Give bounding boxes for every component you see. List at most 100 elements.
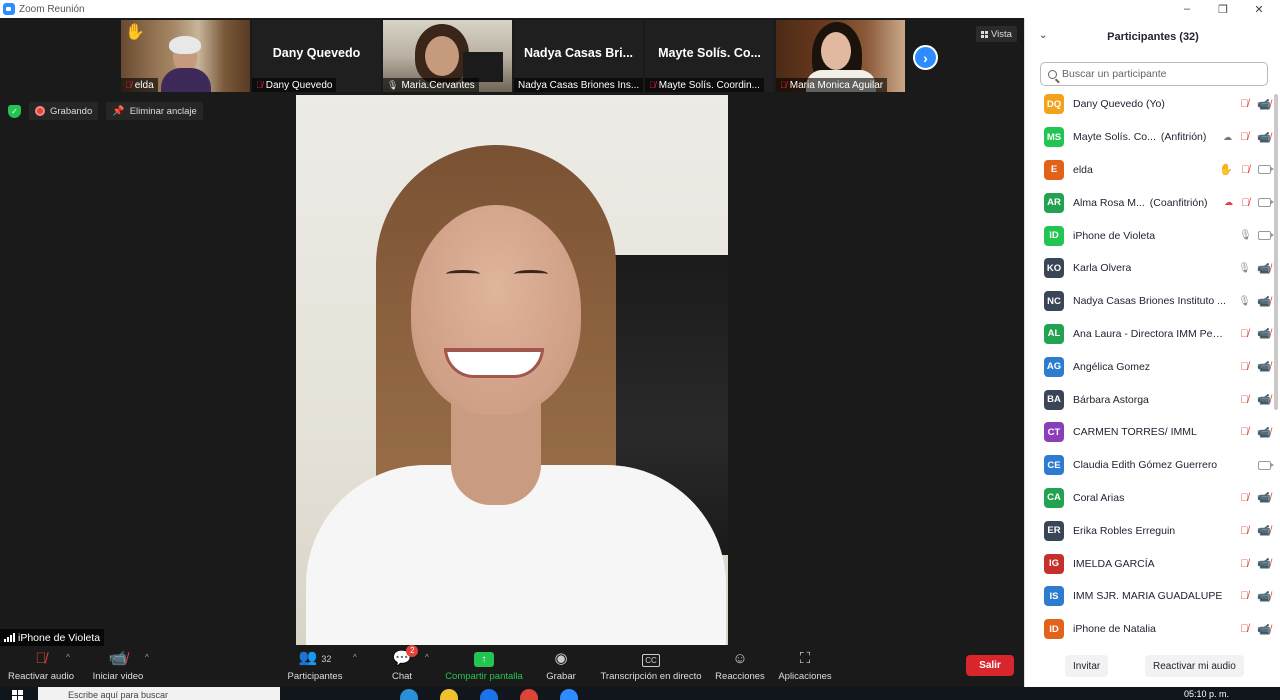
participant-name-text: iPhone de Violeta [1073, 229, 1156, 242]
participant-row[interactable]: AG Angélica Gomez 🎙̸ 📹̸ [1025, 350, 1273, 383]
participant-name-text: Alma Rosa M... [1073, 196, 1145, 209]
unpin-button[interactable]: 📌 Eliminar anclaje [106, 102, 203, 120]
close-button[interactable]: ✕ [1242, 0, 1276, 18]
participant-name: Coral Arias [1073, 492, 1124, 504]
start-video-button[interactable]: 📹̸ Iniciar video [88, 647, 148, 687]
participant-row[interactable]: KO Karla Olvera 🎙 📹̸ [1025, 252, 1273, 285]
video-options-caret[interactable]: ^ [145, 653, 149, 662]
participant-name: IMM SJR. MARIA GUADALUPE [1073, 590, 1222, 602]
video-icon [1258, 165, 1274, 175]
maximize-button[interactable]: ❐ [1206, 0, 1240, 18]
folder-icon[interactable] [440, 689, 458, 700]
mic-muted-icon: 🎙̸ [1240, 557, 1249, 570]
thumbnail-name: 🎙̸ elda [121, 78, 158, 92]
participant-search-input[interactable] [1062, 68, 1252, 80]
participant-row[interactable]: AR Alma Rosa M... (Coanfitrión) ☁ 🎙̸ [1025, 186, 1274, 219]
invite-button[interactable]: Invitar [1065, 655, 1109, 677]
edge-icon[interactable] [400, 689, 418, 700]
participant-row[interactable]: CE Claudia Edith Gómez Guerrero [1025, 449, 1274, 482]
reactions-button[interactable]: ☺ Reacciones [714, 647, 766, 687]
participants-button[interactable]: 👥 32 Participantes [285, 647, 345, 687]
thumbnail-name: Nadya Casas Briones Ins... [514, 78, 643, 92]
video-off-icon: 📹̸ [1257, 98, 1271, 111]
record-button[interactable]: ◉ Grabar [543, 647, 579, 687]
thumbnail-maria-monica-aguilar[interactable]: 🎙̸ Maria Monica Aguilar [776, 20, 905, 92]
participant-row[interactable]: ER Erika Robles Erreguin 🎙̸ 📹̸ [1025, 514, 1273, 547]
store-icon[interactable] [480, 689, 498, 700]
video-icon [1258, 460, 1274, 470]
video-off-icon: 📹̸ [1257, 426, 1271, 439]
next-page-button[interactable]: › [913, 45, 938, 70]
thumbnail-name: 🎙̸ Mayte Solís. Coordin... [645, 78, 764, 92]
participants-options-caret[interactable]: ^ [353, 653, 357, 662]
participants-count: 32 [321, 654, 332, 664]
participant-row[interactable]: IS IMM SJR. MARIA GUADALUPE 🎙̸ 📹̸ [1025, 580, 1273, 613]
chat-options-caret[interactable]: ^ [425, 653, 429, 662]
video-off-icon: 📹̸ [1257, 328, 1271, 341]
participant-row[interactable]: AL Ana Laura - Directora IMM Ped... 🎙̸ 📹̸ [1025, 318, 1273, 351]
security-shield-icon[interactable]: ✓ [8, 104, 21, 118]
mic-muted-icon: 🎙̸ [780, 80, 787, 90]
chat-button[interactable]: 💬 2 Chat [385, 645, 419, 687]
participants-icon: 👥 32 [298, 649, 332, 666]
participant-hair [169, 36, 201, 54]
participant-row[interactable]: ID iPhone de Violeta 🎙 [1025, 219, 1274, 252]
participant-row[interactable]: MS Mayte Solís. Co... (Anfitrión) ☁ 🎙̸ 📹̸ [1025, 121, 1273, 154]
chrome-icon[interactable] [520, 689, 538, 700]
minimize-button[interactable]: – [1170, 0, 1204, 18]
start-video-label: Iniciar video [92, 671, 144, 682]
participant-name-text: Claudia Edith Gómez Guerrero [1073, 459, 1218, 472]
participant-row[interactable]: CT CARMEN TORRES/ IMML 🎙̸ 📹̸ [1025, 416, 1273, 449]
windows-start-icon[interactable] [12, 690, 24, 700]
zoom-taskbar-icon[interactable] [560, 689, 578, 700]
taskbar-search[interactable]: Escribe aquí para buscar [38, 687, 280, 700]
share-screen-button[interactable]: ↑ Compartir pantalla [442, 647, 526, 687]
participant-row[interactable]: IG IMELDA GARCÍA 🎙̸ 📹̸ [1025, 547, 1273, 580]
chevron-down-icon[interactable]: ⌄ [1039, 30, 1047, 41]
view-button[interactable]: Vista [976, 26, 1017, 42]
participant-status-icons [1239, 460, 1274, 470]
raised-hand-icon: ✋ [125, 24, 145, 41]
thumbnail-label: Dany Quevedo [265, 79, 333, 91]
mic-icon: 🎙 [1238, 262, 1251, 274]
thumbnail-nadya-casas[interactable]: Nadya Casas Bri... Nadya Casas Briones I… [514, 20, 643, 92]
participant-name-text: Erika Robles Erreguin [1073, 524, 1176, 537]
participant-row[interactable]: BA Bárbara Astorga 🎙̸ 📹̸ [1025, 383, 1273, 416]
participants-panel: ⌄ Participantes (32) DQ Dany Quevedo (Yo)… [1024, 18, 1280, 687]
thumbnail-big-name: Nadya Casas Bri... [523, 46, 634, 60]
thumbnail-dany-quevedo[interactable]: Dany Quevedo 🎙̸ Dany Quevedo [252, 20, 381, 92]
video-off-icon: 📹̸ [1257, 623, 1271, 636]
avatar: BA [1044, 389, 1064, 410]
scrollbar[interactable] [1274, 94, 1278, 410]
leave-button[interactable]: Salir [966, 655, 1014, 676]
participant-name-text: CARMEN TORRES/ IMML [1073, 426, 1197, 439]
participant-row[interactable]: DQ Dany Quevedo (Yo) 🎙̸ 📹̸ [1025, 88, 1273, 121]
unmute-button[interactable]: 🎙̸ Reactivar audio [8, 647, 74, 687]
share-screen-label: Compartir pantalla [445, 671, 523, 682]
participant-row[interactable]: CA Coral Arias 🎙̸ 📹̸ [1025, 482, 1273, 515]
video-off-icon: 📹̸ [1257, 590, 1271, 603]
live-transcription-button[interactable]: CC Transcripción en directo [598, 647, 704, 687]
thumbnail-maria-cervantes[interactable]: 🎙 Maria.Cervantes [383, 20, 512, 92]
thumbnail-mayte-solis[interactable]: Mayte Solís. Co... 🎙̸ Mayte Solís. Coordi… [645, 20, 774, 92]
participant-status-icons: 🎙̸ 📹̸ [1238, 393, 1271, 407]
participant-row[interactable]: ID iPhone de Natalia 🎙̸ 📹̸ [1025, 613, 1273, 646]
main-video[interactable] [296, 95, 728, 645]
live-transcription-label: Transcripción en directo [600, 671, 702, 682]
participant-row[interactable]: NC Nadya Casas Briones Instituto ... 🎙 📹̸ [1025, 285, 1273, 318]
active-speaker-label: iPhone de Violeta [0, 629, 105, 646]
recording-indicator[interactable]: Grabando [29, 102, 99, 120]
thumbnail-elda[interactable]: ✋ 🎙̸ elda [121, 20, 250, 92]
apps-button[interactable]: ⛶ Aplicaciones [776, 647, 834, 687]
mic-muted-icon: 🎙̸ [1240, 393, 1249, 406]
avatar: NC [1044, 291, 1064, 312]
unmute-label: Reactivar audio [8, 671, 75, 682]
participant-row[interactable]: Eelda ✋ 🎙̸ [1025, 154, 1274, 187]
reactivate-my-audio-button[interactable]: Reactivar mi audio [1145, 655, 1244, 677]
raised-hand-icon: ✋ [1219, 164, 1233, 177]
participant-search[interactable] [1040, 62, 1268, 86]
audio-options-caret[interactable]: ^ [66, 653, 70, 662]
mic-muted-icon: 🎙̸ [1240, 360, 1249, 373]
panel-footer: Invitar Reactivar mi audio [1025, 655, 1280, 679]
participant-list: DQ Dany Quevedo (Yo) 🎙̸ 📹̸ MS Mayte Solís. Co… [1025, 88, 1274, 646]
